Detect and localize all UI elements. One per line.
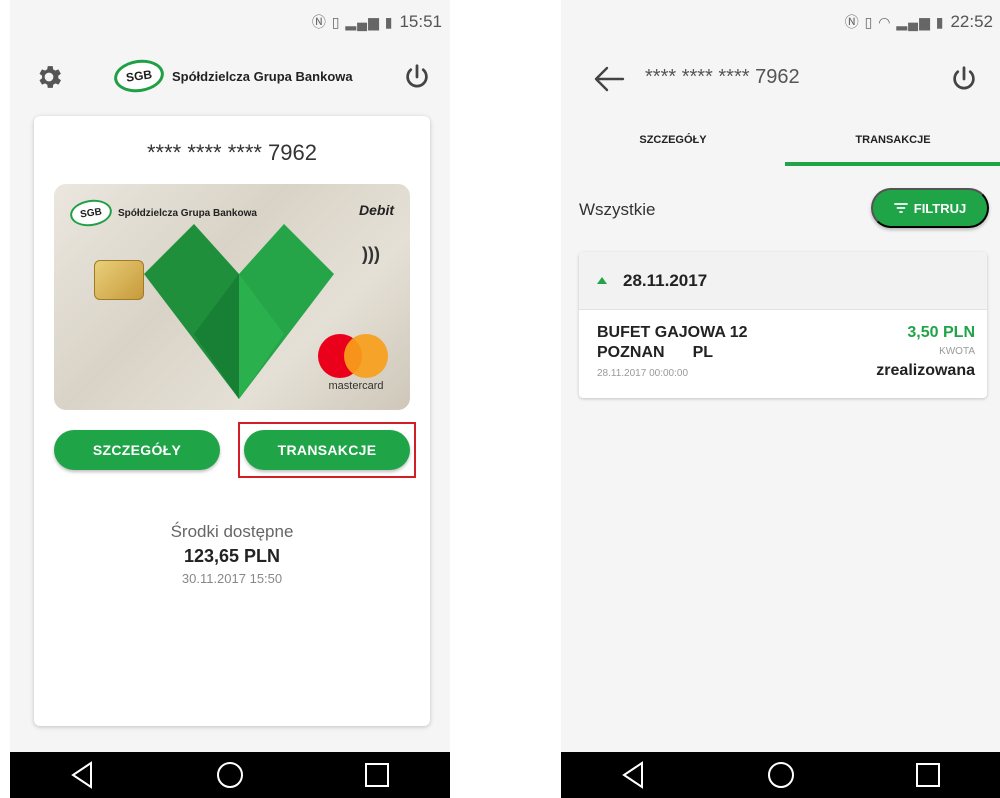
details-button[interactable]: SZCZEGÓŁY [54, 430, 220, 470]
bank-name: Spółdzielcza Grupa Bankowa [172, 68, 353, 84]
funds-label: Środki dostępne [170, 522, 294, 541]
status-bar: Ⓝ ▯ ▂▄▆ ▮ 15:51 [10, 0, 450, 44]
nav-recents-icon[interactable] [357, 755, 397, 795]
power-icon[interactable] [402, 62, 432, 92]
filter-row: Wszystkie FILTRUJ [561, 186, 1000, 232]
funds-date: 30.11.2017 15:50 [181, 571, 283, 586]
wifi-icon: ◠ [878, 14, 892, 30]
collapse-triangle-icon [597, 277, 607, 284]
app-header: SGB Spółdzielcza Grupa Bankowa [10, 56, 450, 98]
merchant-name: BUFET GAJOWA 12 [597, 324, 748, 341]
amount-label: KWOTA [939, 346, 975, 357]
status-icons: Ⓝ ▯ ▂▄▆ ▮ [312, 12, 394, 32]
group-date: 28.11.2017 [623, 270, 708, 290]
bank-brand: SGB Spółdzielcza Grupa Bankowa [112, 56, 353, 96]
nfc-icon: Ⓝ [844, 14, 860, 30]
merchant-city: POZNAN [597, 344, 665, 361]
transaction-group: 28.11.2017 BUFET GAJOWA 12 POZNAN PL 28.… [579, 252, 987, 398]
transaction-group-header[interactable]: 28.11.2017 [579, 252, 987, 310]
vibrate-icon: ▯ [864, 14, 874, 30]
status-icons: Ⓝ ▯ ◠ ▂▄▆ ▮ [845, 12, 945, 32]
transaction-row[interactable]: BUFET GAJOWA 12 POZNAN PL 28.11.2017 00:… [579, 310, 987, 398]
app-header: **** **** **** 7962 [561, 58, 1000, 102]
nav-back-icon[interactable] [63, 755, 103, 795]
filter-button-label: FILTRUJ [913, 200, 967, 216]
mastercard-logo: mastercard [316, 334, 396, 394]
transaction-datetime: 28.11.2017 00:00:00 [597, 368, 689, 379]
vibrate-icon: ▯ [331, 14, 341, 30]
funds-amount: 123,65 PLN [183, 546, 281, 566]
nav-recents-icon[interactable] [908, 755, 948, 795]
merchant-country: PL [692, 344, 714, 361]
nfc-icon: Ⓝ [311, 14, 327, 30]
nav-home-icon[interactable] [210, 755, 250, 795]
battery-icon: ▮ [935, 14, 945, 30]
card-number: **** **** **** 7962 [645, 66, 800, 88]
card-sgb-logo: SGB [68, 197, 114, 229]
status-time: 15:51 [399, 12, 442, 31]
bank-card-image[interactable]: SGB Spółdzielcza Grupa Bankowa Debit )))… [54, 184, 410, 410]
android-nav-bar [561, 752, 1000, 798]
tab-bar: SZCZEGÓŁY TRANSAKCJE [561, 116, 1000, 166]
sgb-logo: SGB [112, 56, 166, 96]
transaction-status: zrealizowana [876, 362, 975, 379]
signal-icon: ▂▄▆ [345, 14, 380, 30]
android-nav-bar [10, 752, 450, 798]
nav-home-icon[interactable] [761, 755, 801, 795]
tab-transactions[interactable]: TRANSAKCJE [785, 116, 1000, 166]
status-time: 22:52 [950, 12, 993, 31]
card-number: **** **** **** 7962 [146, 140, 318, 165]
filter-icon [893, 203, 908, 213]
transaction-amount: 3,50 PLN [907, 324, 975, 341]
status-bar: Ⓝ ▯ ◠ ▂▄▆ ▮ 22:52 [561, 0, 1000, 44]
signal-icon: ▂▄▆ [896, 14, 931, 30]
card-type-label: Debit [359, 202, 394, 218]
tab-details[interactable]: SZCZEGÓŁY [561, 116, 785, 166]
available-funds: Środki dostępne 123,65 PLN 30.11.2017 15… [34, 522, 430, 586]
merchant-location: POZNAN PL [597, 344, 713, 362]
highlight-box [238, 422, 416, 478]
card-chip [94, 260, 144, 300]
phone-screen-transactions: Ⓝ ▯ ◠ ▂▄▆ ▮ 22:52 **** **** **** 7962 SZ… [561, 0, 1000, 798]
battery-icon: ▮ [384, 14, 394, 30]
green-heart-graphic [144, 224, 334, 399]
card-network-label: mastercard [328, 380, 384, 392]
filter-button[interactable]: FILTRUJ [871, 188, 989, 228]
phone-screen-card-overview: Ⓝ ▯ ▂▄▆ ▮ 15:51 SGB Spółdzielcza Grupa B… [10, 0, 450, 798]
contactless-icon: ))) [362, 244, 380, 264]
back-arrow-icon[interactable] [593, 66, 625, 92]
nav-back-icon[interactable] [614, 755, 654, 795]
filter-label: Wszystkie [579, 200, 656, 219]
power-icon[interactable] [949, 64, 979, 94]
card-panel: **** **** **** 7962 SGB Spółdzielcza Gru… [34, 116, 430, 726]
gear-icon[interactable] [34, 62, 64, 92]
